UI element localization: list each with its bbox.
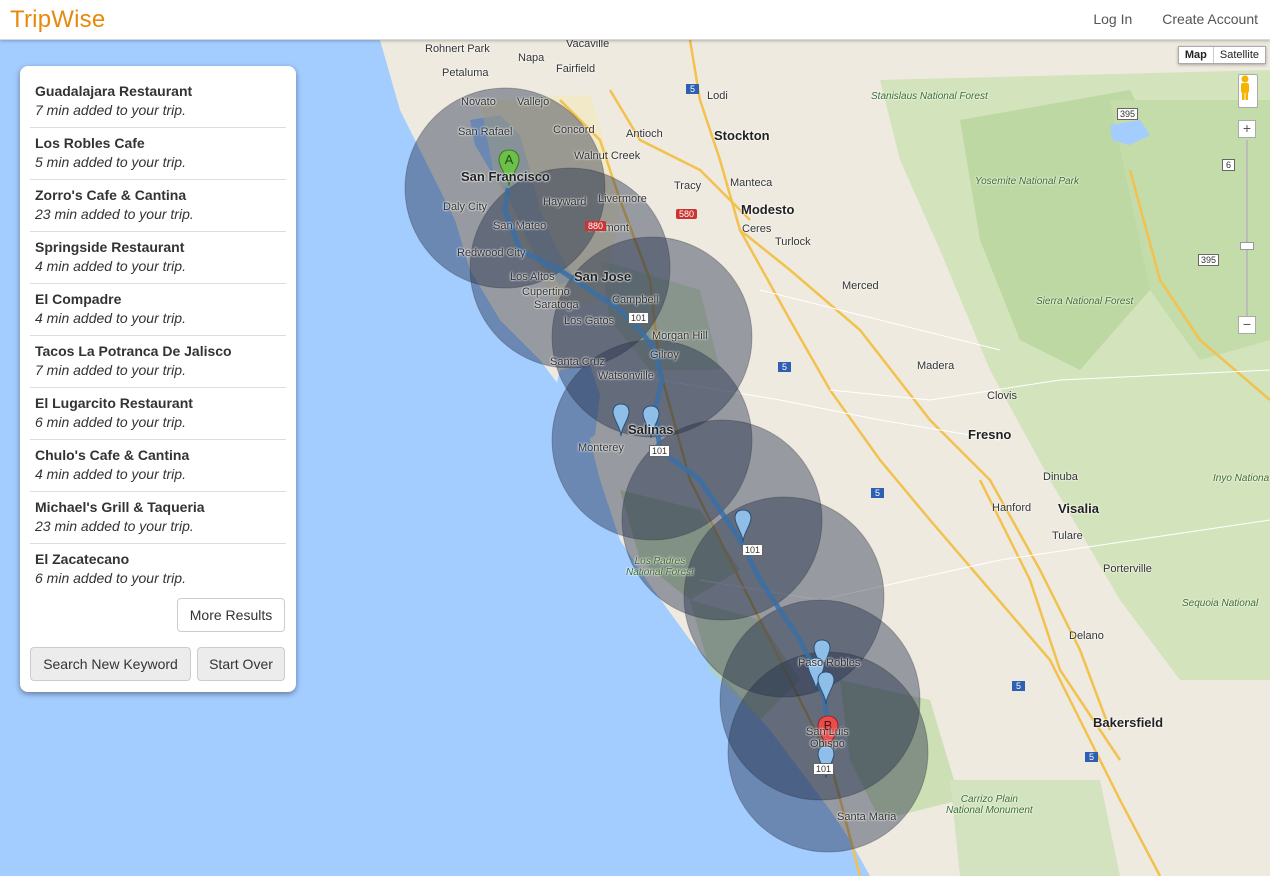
zoom-out-button[interactable]: −: [1238, 316, 1256, 334]
poi-marker[interactable]: [611, 402, 631, 438]
result-time-added: 4 min added to your trip.: [35, 466, 186, 482]
result-item[interactable]: Michael's Grill & Taqueria 23 min added t…: [30, 492, 286, 544]
results-panel: Guadalajara Restaurant 7 min added to you…: [20, 66, 296, 692]
result-name: Zorro's Cafe & Cantina: [35, 187, 187, 203]
nav-links: Log In Create Account: [1093, 11, 1258, 27]
zoom-in-button[interactable]: +: [1238, 120, 1256, 138]
street-view-pegman-icon[interactable]: [1238, 74, 1258, 108]
result-time-added: 23 min added to your trip.: [35, 518, 194, 534]
result-name: Los Robles Cafe: [35, 135, 145, 151]
result-item[interactable]: Tacos La Potranca De Jalisco 7 min added …: [30, 336, 286, 388]
zoom-control: + −: [1238, 120, 1258, 338]
zoom-slider-thumb[interactable]: [1240, 242, 1254, 250]
result-name: Chulo's Cafe & Cantina: [35, 447, 190, 463]
search-new-keyword-button[interactable]: Search New Keyword: [30, 647, 191, 681]
result-time-added: 7 min added to your trip.: [35, 102, 186, 118]
result-item[interactable]: El Lugarcito Restaurant 6 min added to yo…: [30, 388, 286, 440]
poi-marker[interactable]: [816, 744, 836, 780]
start-over-button[interactable]: Start Over: [197, 647, 285, 681]
result-name: Tacos La Potranca De Jalisco: [35, 343, 232, 359]
result-name: Michael's Grill & Taqueria: [35, 499, 205, 515]
poi-marker[interactable]: [733, 508, 753, 544]
end-marker-label: B: [824, 718, 833, 733]
result-time-added: 7 min added to your trip.: [35, 362, 186, 378]
result-item[interactable]: Chulo's Cafe & Cantina 4 min added to you…: [30, 440, 286, 492]
login-link[interactable]: Log In: [1093, 11, 1132, 27]
more-results-button[interactable]: More Results: [177, 598, 285, 632]
result-time-added: 23 min added to your trip.: [35, 206, 194, 222]
start-marker-label: A: [505, 152, 514, 167]
result-item[interactable]: Zorro's Cafe & Cantina 23 min added to yo…: [30, 180, 286, 232]
map-type-map-button[interactable]: Map: [1179, 47, 1214, 63]
result-time-added: 6 min added to your trip.: [35, 570, 186, 586]
result-name: Guadalajara Restaurant: [35, 83, 193, 99]
map-type-control: Map Satellite: [1177, 46, 1266, 64]
top-navbar: TripWise Log In Create Account: [0, 0, 1270, 40]
poi-marker[interactable]: [641, 404, 661, 440]
result-item[interactable]: El Zacatecano 6 min added to your trip.: [30, 544, 286, 596]
map-type-satellite-button[interactable]: Satellite: [1214, 47, 1265, 63]
result-name: El Zacatecano: [35, 551, 130, 567]
result-time-added: 5 min added to your trip.: [35, 154, 186, 170]
result-name: El Compadre: [35, 291, 122, 307]
result-item[interactable]: El Compadre 4 min added to your trip.: [30, 284, 286, 336]
result-time-added: 6 min added to your trip.: [35, 414, 186, 430]
result-name: Springside Restaurant: [35, 239, 185, 255]
result-time-added: 4 min added to your trip.: [35, 310, 186, 326]
brand-logo[interactable]: TripWise: [10, 6, 105, 34]
results-list: Guadalajara Restaurant 7 min added to you…: [30, 76, 286, 596]
result-item[interactable]: Guadalajara Restaurant 7 min added to you…: [30, 76, 286, 128]
result-item[interactable]: Springside Restaurant 4 min added to your…: [30, 232, 286, 284]
create-account-link[interactable]: Create Account: [1162, 11, 1258, 27]
poi-marker[interactable]: [816, 670, 836, 706]
start-marker-a[interactable]: A: [497, 148, 521, 188]
zoom-slider-track[interactable]: [1246, 140, 1248, 316]
result-time-added: 4 min added to your trip.: [35, 258, 186, 274]
result-name: El Lugarcito Restaurant: [35, 395, 193, 411]
result-item[interactable]: Los Robles Cafe 5 min added to your trip.: [30, 128, 286, 180]
